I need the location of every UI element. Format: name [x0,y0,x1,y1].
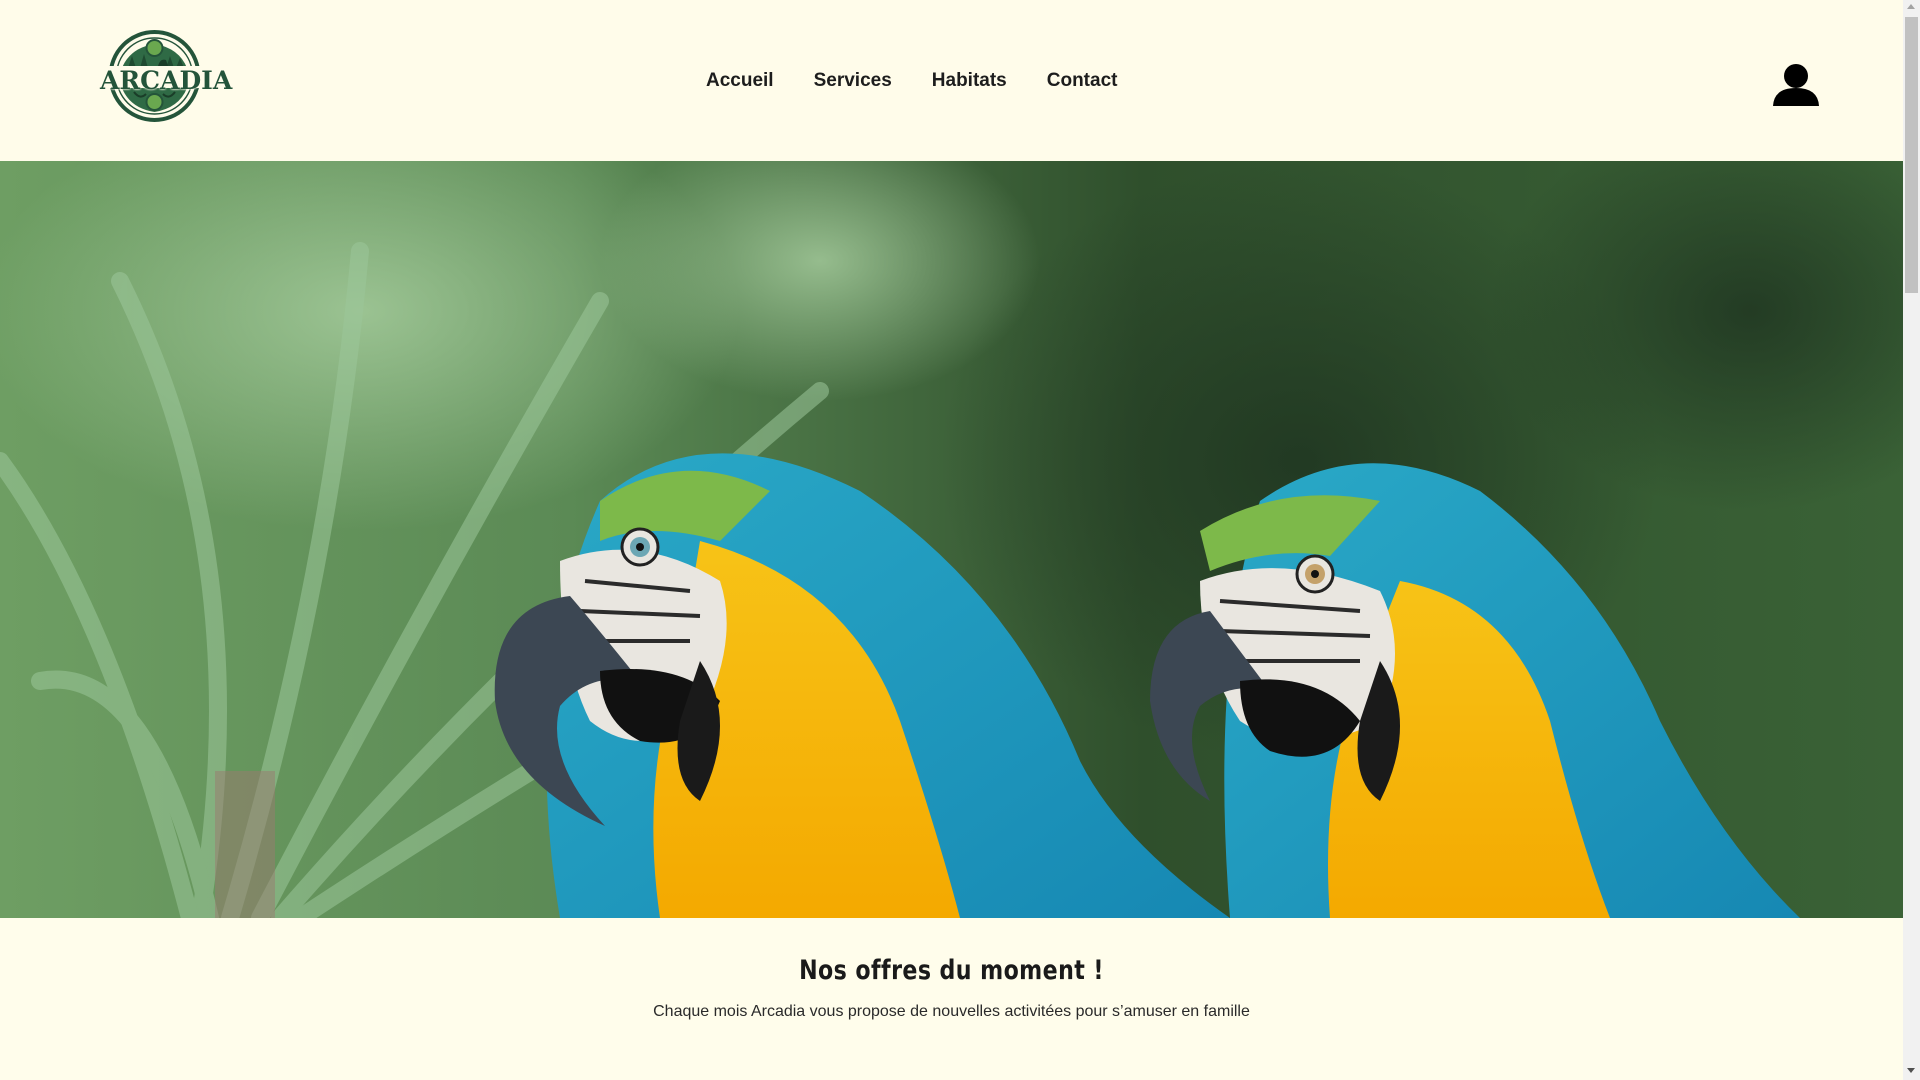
nav-item-accueil[interactable]: Accueil [706,70,774,92]
scrollbar-thumb[interactable] [1905,17,1918,293]
hero-image [0,161,1903,918]
offers-subtitle: Chaque mois Arcadia vous propose de nouv… [653,1003,1250,1020]
nav-item-services[interactable]: Services [814,70,892,92]
site-header: ARCADIA Accueil Services Habitats Contac… [0,0,1903,161]
nav-item-habitats[interactable]: Habitats [932,70,1007,92]
offers-title: Nos offres du moment ! [799,955,1104,986]
scroll-up-arrow-icon[interactable] [1907,4,1915,9]
user-account-button[interactable] [1772,62,1820,106]
arcadia-logo[interactable]: ARCADIA [100,30,233,122]
page-scrollbar[interactable] [1903,0,1920,1080]
main-nav: Accueil Services Habitats Contact [706,70,1117,92]
nav-item-contact[interactable]: Contact [1047,70,1118,92]
hero-macaws-picture [0,161,1903,918]
page: ARCADIA Accueil Services Habitats Contac… [0,0,1903,1080]
logo-text: ARCADIA [100,66,233,95]
scroll-down-arrow-icon[interactable] [1907,1068,1915,1073]
user-icon [1773,64,1819,106]
